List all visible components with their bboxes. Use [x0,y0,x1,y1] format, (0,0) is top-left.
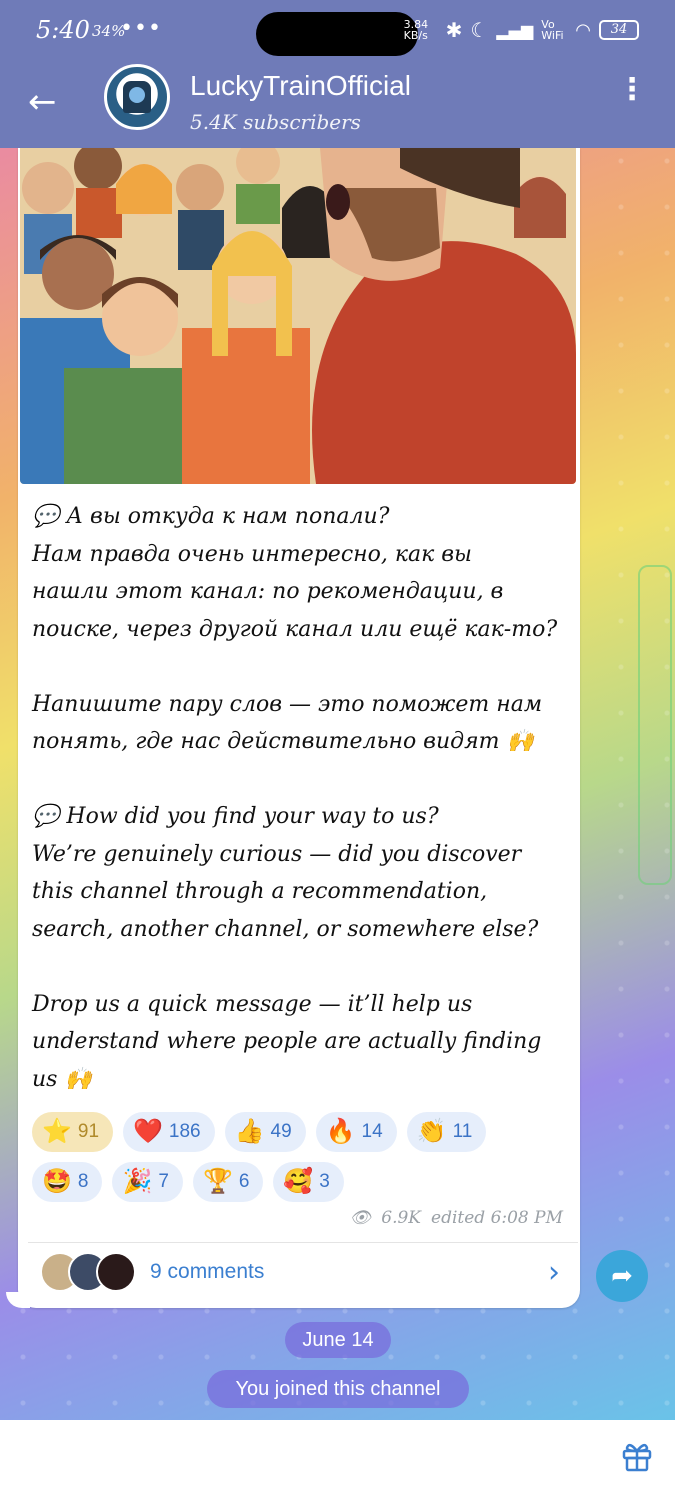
reaction-fire[interactable]: 🔥 14 [315,1112,397,1152]
post-image[interactable] [20,148,576,484]
reaction-clap[interactable]: 👏 11 [406,1112,487,1152]
eye-icon: 👁 [349,1208,372,1228]
reaction-heart[interactable]: ❤️ 186 [123,1112,215,1152]
reaction-trophy[interactable]: 🏆 6 [192,1162,264,1202]
reaction-thumbs-up[interactable]: 👍 49 [224,1112,306,1152]
post-line: Drop us a quick message — it’ll help us [32,991,473,1017]
post-line: поиске, через другой канал или ещё как-т… [32,616,558,642]
status-right: 3.84 KB/s ✱ ☾ ▂▄▆ Vo WiFi ◠ 34 [404,18,639,42]
post-line: понять, где нас действительно видят 🙌 [32,729,534,754]
trophy-icon: 🏆 [202,1168,233,1195]
commenter-avatars [40,1252,148,1292]
share-arrow-icon: ➦ [611,1261,633,1291]
post-line [32,761,572,799]
reaction-star[interactable]: ⭐ 91 [32,1112,114,1152]
bluetooth-icon: ✱ [445,18,463,42]
moon-icon: ☾ [470,18,489,42]
post-meta: 👁 6.9K edited 6:08 PM [350,1208,563,1228]
comments-bar[interactable]: 9 comments › [28,1248,578,1296]
chevron-right-icon[interactable]: › [548,1255,560,1290]
battery-icon: 34 [599,20,639,40]
wifi-icon: ◠ [575,19,591,41]
edited-time: edited 6:08 PM [431,1208,563,1228]
vowifi-label: Vo WiFi [541,18,564,42]
reaction-party[interactable]: 🎉 7 [112,1162,183,1202]
reaction-count: 7 [158,1171,169,1192]
reaction-star-struck[interactable]: 🤩 8 [32,1162,103,1202]
view-count: 6.9K [381,1208,422,1228]
reaction-count: 14 [361,1121,383,1142]
smiling-hearts-icon: 🥰 [283,1168,314,1195]
reaction-count: 6 [238,1171,250,1192]
clap-icon: 👏 [416,1118,447,1145]
date-separator: June 14 [285,1322,391,1358]
reaction-count: 11 [452,1121,473,1142]
star-struck-icon: 🤩 [42,1168,72,1195]
reaction-count: 8 [77,1171,89,1192]
more-vertical-icon[interactable]: ⋮ [617,75,647,105]
post-line: this channel through a recommendation, [32,879,488,904]
joined-service-message: You joined this channel [207,1370,469,1408]
status-bar: 5:40 34% ••• 3.84 KB/s ✱ ☾ ▂▄▆ Vo WiFi ◠… [0,0,675,60]
reaction-smiling-hearts[interactable]: 🥰 3 [273,1162,344,1202]
post-line: 💬 А вы откуда к нам попали? [32,504,390,529]
bottom-bar [0,1420,675,1500]
divider [28,1242,578,1243]
star-icon: ⭐ [42,1118,72,1145]
reaction-count: 186 [168,1121,201,1142]
post-line: 💬 How did you find your way to us? [32,804,439,829]
scroll-indicator[interactable] [638,565,672,885]
post-line: нашли этот канал: по рекомендации, в [32,579,504,604]
reaction-row: 🤩 8 🎉 7 🏆 6 🥰 3 [32,1162,572,1202]
back-arrow-icon[interactable]: ← [28,82,57,122]
party-popper-icon: 🎉 [122,1168,153,1195]
status-more-icon: ••• [120,16,162,41]
status-time: 5:40 [36,16,90,44]
post-line [32,648,572,686]
reaction-row: ⭐ 91 ❤️ 186 👍 49 🔥 14 👏 11 [32,1112,572,1152]
post-line: search, another channel, or somewhere el… [32,916,539,942]
post-text: 💬 А вы откуда к нам попали? Нам правда о… [32,498,572,1098]
signal-icon: ▂▄▆ [496,20,534,40]
post-line: us 🙌 [32,1066,92,1092]
reaction-count: 3 [319,1171,330,1192]
avatar [96,1252,136,1292]
top-bar: 5:40 34% ••• 3.84 KB/s ✱ ☾ ▂▄▆ Vo WiFi ◠… [0,0,675,148]
fire-icon: 🔥 [325,1118,356,1145]
post-line: Напишите пару слов — это поможет нам [32,691,543,717]
comments-label[interactable]: 9 comments [150,1260,264,1284]
net-speed: 3.84 KB/s [403,18,429,42]
crowd-illustration [20,148,576,484]
camera-notch [256,12,418,56]
reaction-count: 91 [77,1121,100,1142]
post-line: understand where people are actually fin… [32,1029,542,1054]
reaction-count: 49 [270,1121,292,1142]
thumbs-up-icon: 👍 [234,1118,265,1145]
channel-avatar[interactable] [104,64,170,130]
subscriber-count: 5.4K subscribers [190,110,361,134]
reactions: ⭐ 91 ❤️ 186 👍 49 🔥 14 👏 11 🤩 8 🎉 7 🏆 6 🥰… [32,1112,572,1212]
post-line: We’re genuinely curious — did you discov… [32,841,522,867]
chat-header: ← LuckyTrainOfficial 5.4K subscribers ⋮ [0,60,675,148]
gift-icon[interactable] [621,1440,653,1472]
channel-title[interactable]: LuckyTrainOfficial [190,70,411,102]
post-line [32,948,572,986]
post-line: Нам правда очень интересно, как вы [32,541,472,567]
share-button[interactable]: ➦ [596,1250,648,1302]
heart-icon: ❤️ [133,1118,163,1145]
